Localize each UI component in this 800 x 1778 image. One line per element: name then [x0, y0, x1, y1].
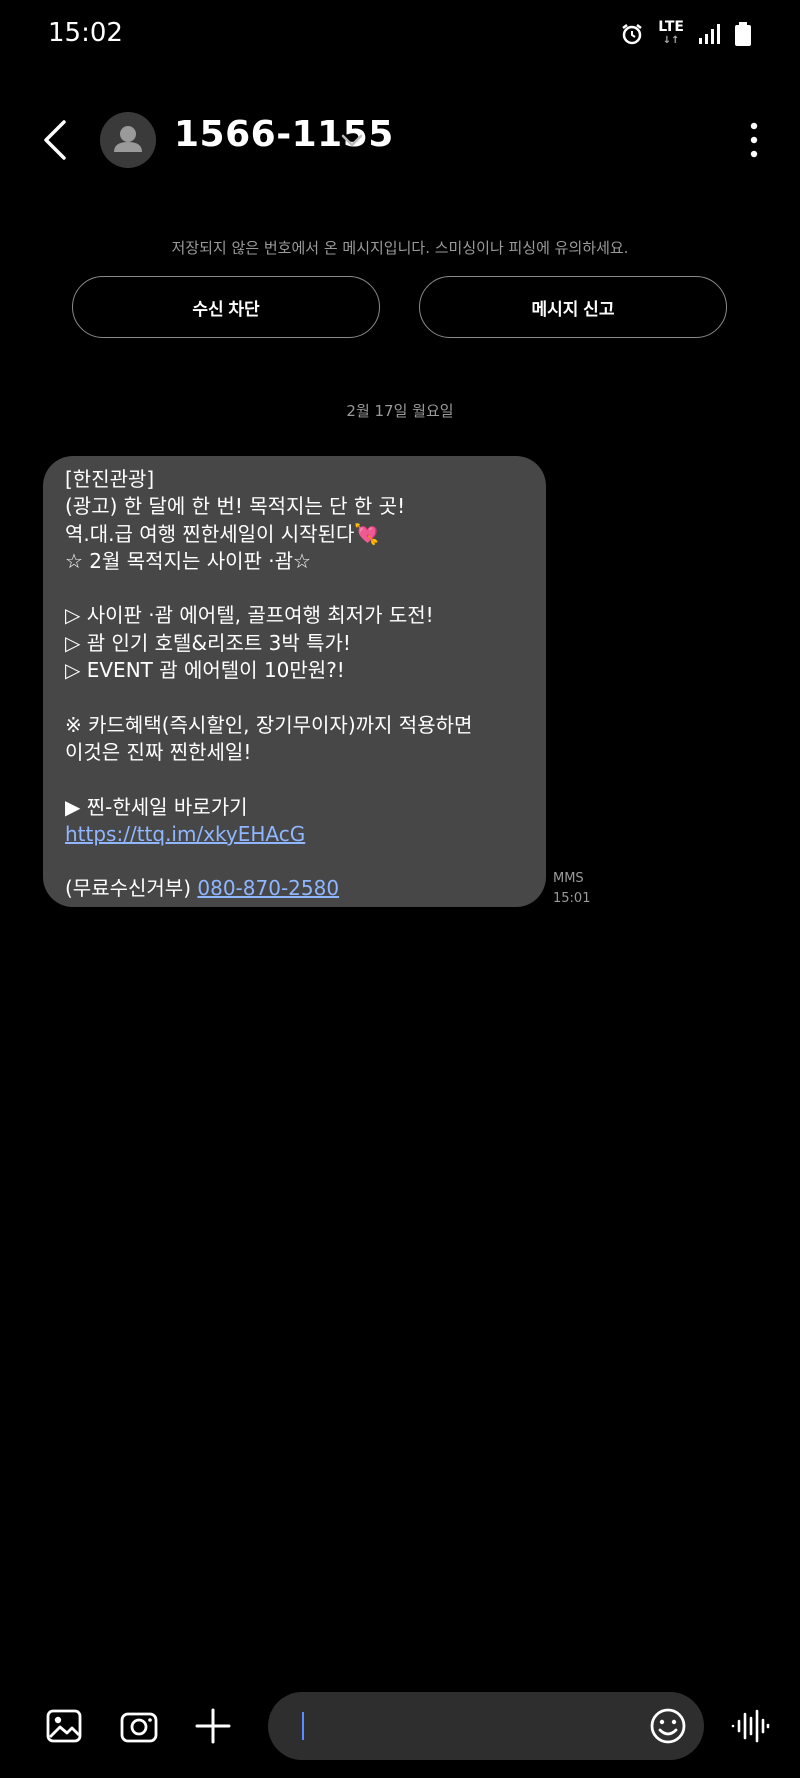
optout-prefix: (무료수신거부) — [65, 876, 198, 901]
status-time: 15:02 — [48, 18, 123, 48]
message-line: ※ 카드혜택(즉시할인, 장기무이자)까지 적용하면 — [65, 712, 473, 737]
more-options-icon[interactable] — [744, 118, 764, 162]
avatar[interactable] — [100, 112, 156, 168]
text-caret — [302, 1712, 304, 1740]
battery-icon — [735, 22, 751, 46]
message-line: ▷ EVENT 괌 에어텔이 10만원?! — [65, 658, 345, 683]
chevron-down-icon[interactable] — [338, 126, 366, 154]
person-icon — [114, 126, 142, 152]
message-line — [65, 848, 524, 875]
optout-phone-link[interactable]: 080-870-2580 — [197, 876, 339, 900]
message-bubble[interactable]: [한진관광] (광고) 한 달에 한 번! 목적지는 단 한 곳! 역.대.급 … — [43, 456, 546, 907]
message-line: 이것은 진짜 찐한세일! — [65, 739, 252, 764]
optout-line: (무료수신거부) 080-870-2580 — [65, 875, 524, 902]
message-line: [한진관광] — [65, 467, 155, 491]
message-line: ▷ 괌 인기 호텔&리조트 3박 특가! — [65, 630, 351, 655]
camera-icon[interactable] — [119, 1706, 159, 1746]
message-line: (광고) 한 달에 한 번! 목적지는 단 한 곳! — [65, 494, 406, 519]
status-bar: 15:02 LTE ↓↑ — [0, 0, 800, 70]
conversation-header: 1566-1155 — [0, 100, 800, 180]
network-label: LTE — [658, 19, 684, 35]
gallery-icon[interactable] — [44, 1706, 84, 1746]
back-arrow-icon[interactable] — [36, 116, 76, 164]
message-input[interactable] — [268, 1692, 704, 1760]
message-line: ☆ 2월 목적지는 사이판 ·괌☆ — [65, 548, 311, 573]
message-line — [65, 575, 524, 602]
emoji-icon[interactable] — [648, 1706, 688, 1746]
network-type: LTE ↓↑ — [658, 20, 684, 48]
message-line: ▶ 찐-한세일 바로가기 — [65, 794, 248, 819]
message-type: MMS — [553, 871, 584, 886]
unsaved-number-warning: 저장되지 않은 번호에서 온 메시지입니다. 스미싱이나 피싱에 유의하세요. — [171, 239, 629, 257]
plus-icon[interactable] — [193, 1706, 233, 1746]
message-time: 15:01 — [553, 891, 591, 906]
message-line — [65, 766, 524, 793]
message-line — [65, 684, 524, 711]
date-separator: 2월 17일 월요일 — [346, 402, 454, 420]
message-link-line: https://ttq.im/xkyEHAcG — [65, 821, 524, 848]
block-sender-button[interactable]: 수신 차단 — [72, 276, 380, 338]
message-line: 역.대.급 여행 찐한세일이 시작된다💘 — [65, 521, 380, 546]
data-arrows-icon: ↓↑ — [662, 35, 680, 46]
message-meta: MMS 15:01 — [553, 869, 590, 909]
signal-icon — [699, 24, 720, 44]
status-icons: LTE ↓↑ — [620, 20, 752, 48]
message-link[interactable]: https://ttq.im/xkyEHAcG — [65, 822, 305, 846]
alarm-icon — [622, 24, 643, 45]
report-message-button[interactable]: 메시지 신고 — [419, 276, 727, 338]
voice-recorder-icon[interactable] — [730, 1706, 770, 1746]
message-line: ▷ 사이판 ·괌 에어텔, 골프여행 최저가 도전! — [65, 603, 434, 628]
composer-bar — [0, 1686, 800, 1766]
